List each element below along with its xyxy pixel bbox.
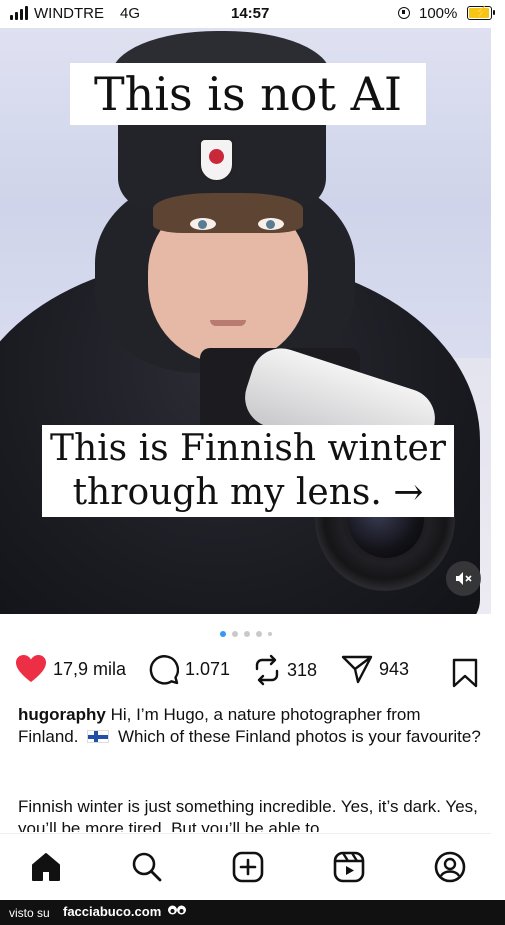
nav-search[interactable] [131, 851, 163, 888]
signal-icon [10, 6, 28, 20]
comment-icon [149, 655, 179, 685]
status-bar: WINDTRE 4G 14:57 100% ⚡ [0, 0, 505, 28]
caption-continued: Finnish winter is just something incredi… [18, 797, 478, 832]
finland-flag-icon [87, 730, 110, 743]
carousel-dot [243, 631, 250, 637]
network-type: 4G [120, 5, 141, 22]
comment-button[interactable]: 1.071 [148, 654, 230, 685]
search-icon [132, 852, 162, 882]
bookmark-icon [452, 658, 478, 688]
nav-reels[interactable] [333, 851, 365, 888]
carrier-name: WINDTRE [34, 5, 104, 22]
repost-button[interactable]: 318 [253, 654, 317, 686]
nav-create[interactable] [232, 851, 264, 888]
share-button[interactable]: 943 [341, 654, 409, 684]
carousel-indicator [0, 631, 491, 637]
carousel-dot [219, 631, 226, 637]
send-icon [341, 655, 373, 684]
orientation-lock-icon [398, 7, 410, 19]
carousel-dot [267, 632, 272, 636]
image-caption-bottom: This is Finnish winter through my lens. … [42, 425, 454, 517]
like-button[interactable]: 17,9 mila [15, 654, 126, 684]
save-button[interactable] [452, 658, 478, 693]
mute-button[interactable] [446, 561, 481, 596]
profile-icon [434, 851, 466, 883]
bottom-nav [0, 833, 491, 901]
reposts-count: 318 [287, 659, 318, 680]
status-time: 14:57 [231, 5, 270, 22]
repost-icon [255, 654, 279, 686]
battery-icon: ⚡ [467, 5, 495, 20]
watermark-brand[interactable]: facciabuco.com [63, 904, 161, 919]
post-caption: hugoraphy Hi, I’m Hugo, a nature photogr… [18, 704, 484, 748]
post-username[interactable]: hugoraphy [18, 705, 106, 724]
reels-icon [333, 851, 365, 883]
post-actions: 17,9 mila 1.071 318 943 [0, 654, 491, 692]
image-caption-top: This is not AI [70, 63, 426, 125]
watermark-bar: visto su facciabuco.com [0, 900, 505, 925]
carousel-dot [231, 631, 238, 637]
create-icon [232, 851, 264, 883]
carousel-dot [255, 631, 262, 637]
mute-icon [456, 572, 472, 585]
comments-count: 1.071 [185, 659, 231, 679]
nav-profile[interactable] [434, 851, 466, 888]
owl-eyes-icon [168, 905, 186, 915]
nav-home[interactable] [30, 851, 62, 888]
home-icon [32, 853, 60, 881]
post-image[interactable]: This is not AI This is Finnish winter th… [0, 28, 491, 614]
likes-count: 17,9 mila [53, 658, 127, 679]
watermark-visto-su: visto su [9, 906, 50, 920]
heart-icon [16, 655, 46, 682]
hat-logo [199, 138, 234, 182]
battery-percent: 100% [419, 5, 458, 22]
shares-count: 943 [379, 658, 410, 679]
caption-text-2: Which of these Finland photos is your fa… [117, 727, 481, 746]
